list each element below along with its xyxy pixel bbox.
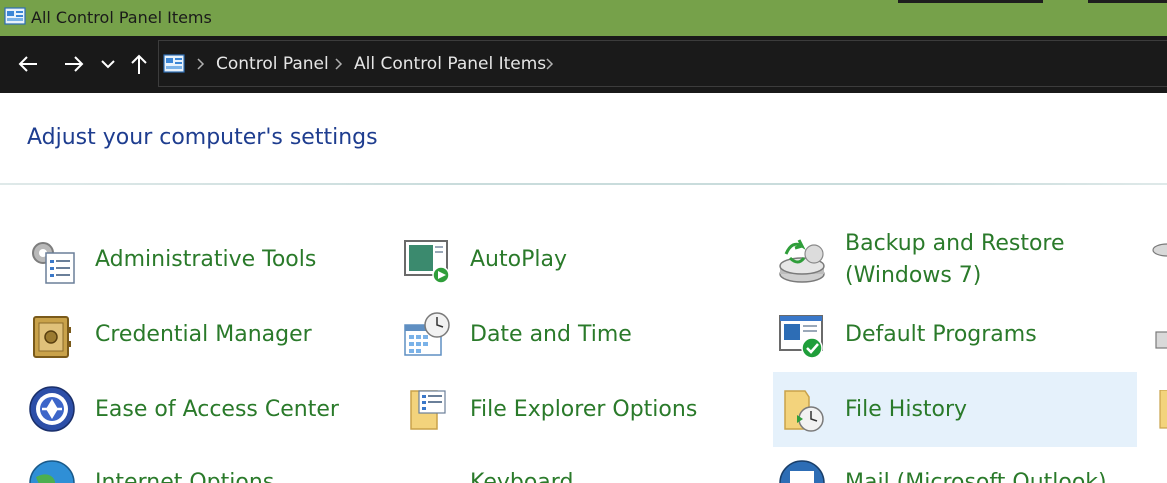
recent-locations-button[interactable] bbox=[95, 50, 121, 78]
control-panel-item-credential-manager[interactable]: Credential Manager bbox=[20, 299, 370, 374]
file-history-icon bbox=[784, 390, 824, 432]
administrative-tools-icon bbox=[32, 242, 75, 284]
ease-of-access-icon bbox=[29, 386, 75, 432]
chevron-right-icon[interactable] bbox=[195, 58, 205, 70]
credential-manager-icon bbox=[33, 316, 71, 358]
title-bar: All Control Panel Items bbox=[0, 0, 1167, 36]
control-panel-item-keyboard[interactable]: Keyboard bbox=[395, 447, 745, 483]
item-label: Credential Manager bbox=[95, 322, 312, 347]
item-label: File History bbox=[845, 397, 968, 422]
breadcrumb-item-all-control-panel-items[interactable]: All Control Panel Items bbox=[354, 54, 546, 74]
item-label: Administrative Tools bbox=[95, 247, 317, 272]
item-label-line2: (Windows 7) bbox=[845, 263, 982, 288]
internet-options-icon bbox=[29, 460, 75, 483]
window-title: All Control Panel Items bbox=[31, 8, 212, 27]
autoplay-icon bbox=[404, 240, 450, 284]
item-label: Default Programs bbox=[845, 322, 1037, 347]
title-bar-control[interactable] bbox=[898, 0, 1043, 3]
arrow-right-icon bbox=[65, 56, 84, 72]
control-panel-item-file-explorer-options[interactable]: File Explorer Options bbox=[395, 372, 745, 447]
control-panel-item-administrative-tools[interactable]: Administrative Tools bbox=[20, 224, 370, 299]
control-panel-item-ease-of-access-center[interactable]: Ease of Access Center bbox=[20, 372, 370, 447]
chevron-right-icon[interactable] bbox=[544, 58, 554, 70]
title-bar-control[interactable] bbox=[1088, 0, 1167, 3]
control-panel-item-backup-and-restore[interactable]: Backup and Restore (Windows 7) bbox=[770, 224, 1138, 299]
arrow-up-icon bbox=[131, 54, 147, 74]
item-label: AutoPlay bbox=[470, 247, 567, 272]
breadcrumb-item-control-panel[interactable]: Control Panel bbox=[216, 54, 329, 74]
date-time-icon bbox=[404, 312, 450, 356]
item-label: Backup and Restore bbox=[845, 231, 1065, 256]
partial-item-icon[interactable] bbox=[1152, 236, 1167, 262]
address-field[interactable]: Control Panel All Control Panel Items bbox=[158, 40, 1167, 87]
item-label: File Explorer Options bbox=[470, 397, 698, 422]
chevron-down-icon bbox=[101, 60, 115, 69]
default-programs-icon bbox=[779, 315, 823, 359]
item-label: Mail (Microsoft Outlook) bbox=[845, 470, 1107, 483]
control-panel-item-file-history[interactable]: File History bbox=[773, 372, 1137, 447]
page-title: Adjust your computer's settings bbox=[27, 125, 378, 150]
partial-item-icon[interactable] bbox=[1152, 326, 1167, 352]
control-panel-item-date-and-time[interactable]: Date and Time bbox=[395, 299, 745, 374]
forward-button[interactable] bbox=[60, 50, 88, 78]
navigation-bar: Control Panel All Control Panel Items bbox=[0, 36, 1167, 93]
back-button[interactable] bbox=[14, 50, 42, 78]
item-label: Internet Options bbox=[95, 470, 275, 483]
control-panel-icon bbox=[163, 54, 185, 73]
arrow-left-icon bbox=[18, 56, 37, 72]
divider bbox=[0, 183, 1167, 185]
control-panel-icon bbox=[4, 7, 26, 25]
up-button[interactable] bbox=[125, 50, 153, 78]
backup-restore-icon bbox=[779, 239, 825, 283]
control-panel-item-internet-options[interactable]: Internet Options bbox=[20, 447, 370, 483]
mail-icon bbox=[779, 460, 825, 483]
control-panel-item-autoplay[interactable]: AutoPlay bbox=[395, 224, 745, 299]
control-panel-item-default-programs[interactable]: Default Programs bbox=[770, 299, 1138, 374]
chevron-right-icon[interactable] bbox=[333, 58, 343, 70]
item-label: Ease of Access Center bbox=[95, 397, 339, 422]
item-label: Date and Time bbox=[470, 322, 632, 347]
file-explorer-options-icon bbox=[410, 390, 446, 430]
control-panel-item-mail[interactable]: Mail (Microsoft Outlook) bbox=[770, 447, 1138, 483]
item-label: Keyboard bbox=[470, 470, 574, 483]
partial-item-icon[interactable] bbox=[1157, 390, 1167, 430]
